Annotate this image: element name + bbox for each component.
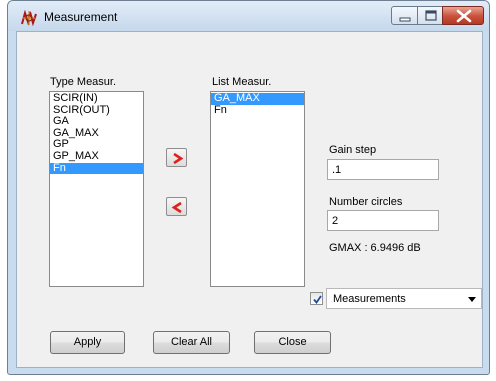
gain-step-input[interactable] — [327, 159, 439, 180]
number-circles-input[interactable] — [327, 210, 439, 231]
arrow-left-icon — [171, 201, 182, 214]
window-title: Measurement — [44, 10, 118, 24]
type-measure-listbox[interactable]: SCIR(IN) SCIR(OUT) GA GA_MAX GP GP_MAX Fn — [49, 91, 144, 287]
list-item[interactable]: GP_MAX — [50, 150, 143, 163]
maximize-button[interactable] — [417, 6, 443, 25]
maximize-icon — [425, 10, 437, 21]
title-bar[interactable]: Measurement — [8, 1, 489, 31]
minimize-icon — [399, 17, 411, 22]
measurement-window: Measurement Type Measur. SCIR(IN) SCIR(OU… — [7, 0, 490, 375]
remove-measure-button[interactable] — [166, 197, 187, 216]
gain-step-label: Gain step — [329, 144, 377, 156]
app-icon — [21, 10, 37, 26]
measurements-dropdown[interactable]: Measurements — [326, 288, 482, 309]
type-measure-label: Type Measur. — [50, 76, 117, 88]
list-item[interactable]: GA_MAX — [211, 92, 304, 105]
close-window-button[interactable] — [442, 6, 484, 25]
gmax-readout: GMAX : 6.9496 dB — [329, 242, 421, 254]
list-measure-listbox[interactable]: GA_MAX Fn — [210, 91, 305, 287]
list-item[interactable]: Fn — [50, 162, 143, 175]
add-measure-button[interactable] — [166, 148, 187, 167]
close-icon — [456, 9, 472, 23]
list-item[interactable]: Fn — [211, 104, 304, 117]
minimize-button[interactable] — [391, 6, 418, 25]
measurements-dropdown-value: Measurements — [333, 293, 406, 305]
list-measure-label: List Measur. — [212, 76, 272, 88]
apply-button[interactable]: Apply — [50, 331, 125, 354]
chevron-down-icon — [468, 297, 476, 302]
arrow-right-icon — [173, 152, 184, 165]
list-item[interactable]: SCIR(IN) — [50, 92, 143, 105]
number-circles-label: Number circles — [329, 196, 403, 208]
checkmark-icon — [313, 295, 322, 304]
measurements-checkbox[interactable] — [310, 292, 323, 305]
clear-all-button[interactable]: Clear All — [153, 331, 230, 354]
close-button[interactable]: Close — [254, 331, 331, 354]
dialog-content: Type Measur. SCIR(IN) SCIR(OUT) GA GA_MAX GP… — [16, 31, 483, 368]
